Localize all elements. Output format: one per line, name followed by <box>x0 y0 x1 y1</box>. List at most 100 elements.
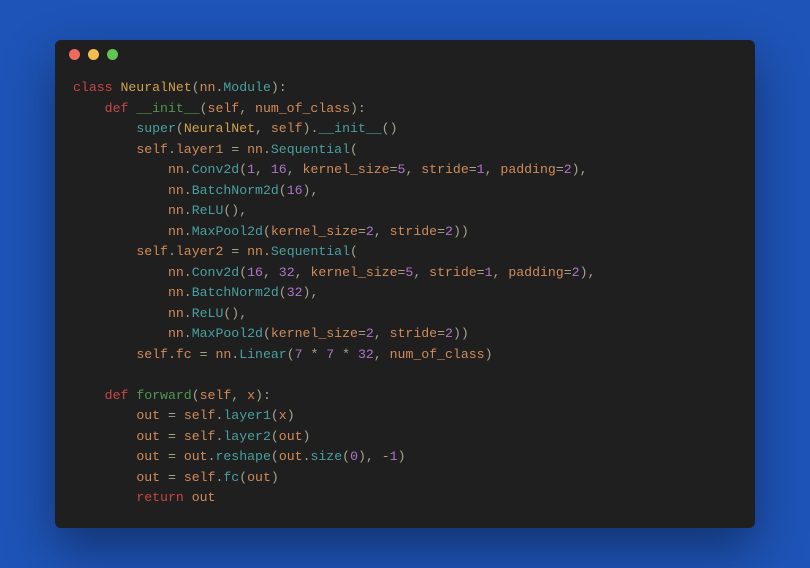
code-token: = <box>437 326 445 341</box>
code-token: ) <box>398 449 406 464</box>
code-token: , <box>255 121 271 136</box>
code-token <box>73 142 136 157</box>
code-token: , <box>374 224 390 239</box>
code-token: 1 <box>247 162 255 177</box>
code-token: reshape <box>215 449 270 464</box>
code-token: ReLU <box>192 203 224 218</box>
code-token: ( <box>350 142 358 157</box>
code-token: 2 <box>445 326 453 341</box>
code-token: MaxPool2d <box>192 326 263 341</box>
code-token: out <box>192 490 216 505</box>
code-token: size <box>310 449 342 464</box>
code-token: , <box>231 388 247 403</box>
code-token: . <box>184 183 192 198</box>
code-token: ). <box>303 121 319 136</box>
code-line: self.layer2 = nn.Sequential( <box>73 242 737 263</box>
code-token: = <box>556 162 564 177</box>
code-token: nn <box>168 306 184 321</box>
code-token: stride <box>429 265 476 280</box>
code-token: ( <box>263 224 271 239</box>
code-token: layer2 <box>223 429 270 444</box>
code-token: Linear <box>239 347 286 362</box>
code-token: (), <box>223 306 247 321</box>
code-token: * <box>334 347 358 362</box>
code-token: 2 <box>366 326 374 341</box>
code-token: 1 <box>485 265 493 280</box>
code-line <box>73 365 737 386</box>
code-token: , <box>239 101 255 116</box>
code-token: - <box>382 449 390 464</box>
code-token: MaxPool2d <box>192 224 263 239</box>
code-token: num_of_class <box>255 101 350 116</box>
code-token: def <box>105 388 137 403</box>
code-token: = <box>160 449 184 464</box>
code-token: self <box>136 142 168 157</box>
code-token: ) <box>303 429 311 444</box>
code-line: out = out.reshape(out.size(0), -1) <box>73 447 737 468</box>
code-token: = <box>564 265 572 280</box>
code-token: = <box>358 224 366 239</box>
code-token: 2 <box>572 265 580 280</box>
code-token: = <box>223 244 247 259</box>
code-line: nn.ReLU(), <box>73 201 737 222</box>
code-token: ): <box>350 101 366 116</box>
code-token <box>73 408 136 423</box>
code-token: ( <box>192 80 200 95</box>
code-token: fc <box>223 470 239 485</box>
code-token: self <box>184 408 216 423</box>
code-token: . <box>184 326 192 341</box>
code-token: , <box>493 265 509 280</box>
code-token: NeuralNet <box>184 121 255 136</box>
code-token: kernel_size <box>271 326 358 341</box>
code-token: = <box>477 265 485 280</box>
code-line: nn.MaxPool2d(kernel_size=2, stride=2)) <box>73 222 737 243</box>
code-token: nn <box>200 80 216 95</box>
code-line: nn.BatchNorm2d(32), <box>73 283 737 304</box>
code-token: , <box>374 326 390 341</box>
code-token: stride <box>390 326 437 341</box>
code-token <box>73 121 136 136</box>
code-token: nn <box>247 244 263 259</box>
code-token: = <box>160 408 184 423</box>
code-line: return out <box>73 488 737 509</box>
code-token: . <box>263 244 271 259</box>
maximize-icon[interactable] <box>107 49 118 60</box>
code-token: . <box>168 142 176 157</box>
code-token: , <box>413 265 429 280</box>
code-line: def __init__(self, num_of_class): <box>73 99 737 120</box>
minimize-icon[interactable] <box>88 49 99 60</box>
code-token: ( <box>239 162 247 177</box>
code-token <box>73 326 168 341</box>
code-token: fc <box>176 347 192 362</box>
code-token: . <box>184 203 192 218</box>
code-token: nn <box>168 183 184 198</box>
code-token: layer1 <box>223 408 270 423</box>
code-token: . <box>184 265 192 280</box>
code-line: nn.BatchNorm2d(16), <box>73 181 737 202</box>
code-token: nn <box>168 162 184 177</box>
code-token: )) <box>453 326 469 341</box>
code-token: = <box>358 326 366 341</box>
code-token: self <box>271 121 303 136</box>
code-token: ) <box>271 470 279 485</box>
code-token: , <box>263 265 279 280</box>
code-token: x <box>279 408 287 423</box>
code-token: stride <box>390 224 437 239</box>
code-token: self <box>136 244 168 259</box>
code-token: . <box>184 224 192 239</box>
code-token: num_of_class <box>390 347 485 362</box>
code-token <box>73 388 105 403</box>
code-token: 1 <box>477 162 485 177</box>
code-token: forward <box>136 388 191 403</box>
code-token: ( <box>176 121 184 136</box>
code-token: 2 <box>564 162 572 177</box>
code-token: 16 <box>247 265 263 280</box>
code-token: ): <box>255 388 271 403</box>
close-icon[interactable] <box>69 49 80 60</box>
code-token: out <box>279 429 303 444</box>
window-titlebar <box>55 40 755 68</box>
code-token <box>73 347 136 362</box>
code-token: Conv2d <box>192 162 239 177</box>
code-token: . <box>184 162 192 177</box>
code-token: 32 <box>358 347 374 362</box>
